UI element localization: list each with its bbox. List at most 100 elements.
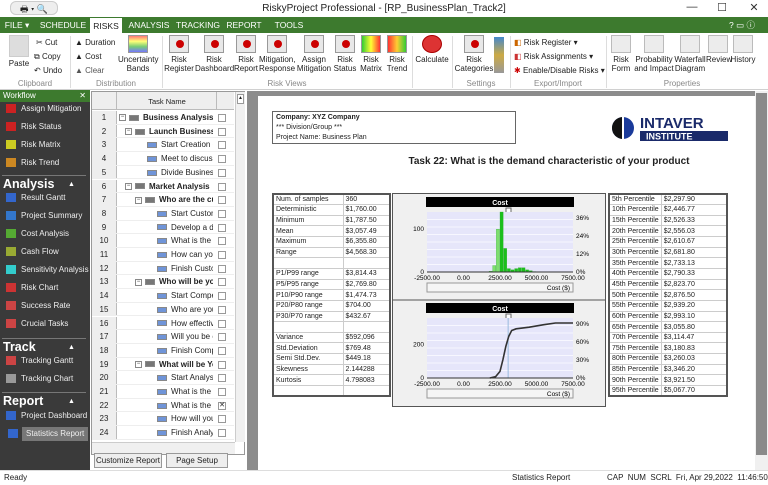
risk-categories-button[interactable]: Risk Categories <box>454 35 494 73</box>
collapse-icon[interactable]: − <box>135 360 142 368</box>
cost-button[interactable]: ▲ Cost <box>75 50 102 63</box>
table-row[interactable]: 24 Finish Analys <box>92 426 234 440</box>
risk-register-button[interactable]: Risk Register <box>163 35 195 73</box>
row-checkbox[interactable] <box>218 237 226 246</box>
paste-button[interactable]: Paste <box>6 35 32 68</box>
uncertainty-bands-button[interactable]: Uncertainty Bands <box>118 35 158 73</box>
sidebar-item-statistics-report[interactable]: Statistics Report <box>8 427 88 441</box>
section-analysis[interactable]: Analysis <box>3 177 54 191</box>
section-track[interactable]: Track <box>3 340 36 354</box>
task-name-cell[interactable]: Develop a de <box>119 221 213 234</box>
row-checkbox[interactable] <box>218 374 226 383</box>
task-name-cell[interactable]: Start Competi <box>119 289 213 302</box>
duration-button[interactable]: ▲ Duration <box>75 36 115 49</box>
customize-report-button[interactable]: Customize Report <box>94 453 162 468</box>
sidebar-item-tracking-gantt[interactable]: Tracking Gantt <box>6 354 73 368</box>
table-row[interactable]: 5 Divide Business <box>92 165 234 180</box>
vertical-scrollbar[interactable]: ▲ <box>235 92 245 442</box>
enable-disable-risks-button[interactable]: ✱ Enable/Disable Risks ▾ <box>514 64 605 77</box>
risk-status-button[interactable]: Risk Status <box>333 35 357 73</box>
row-checkbox[interactable] <box>218 196 226 205</box>
table-row[interactable]: 13 − Who will be yo <box>92 275 234 290</box>
task-name-cell[interactable]: − Market Analysis <box>119 180 213 193</box>
report-scrollbar[interactable] <box>755 91 768 470</box>
table-row[interactable]: 23 How will you <box>92 412 234 427</box>
undo-button[interactable]: ↶ Undo <box>34 64 62 77</box>
task-name-cell[interactable]: Finish Custon <box>119 262 213 275</box>
waterfall-diagram-button[interactable]: Waterfall Diagram <box>674 35 706 73</box>
risk-assignments-button[interactable]: ◧ Risk Assignments ▾ <box>514 50 593 63</box>
table-row[interactable]: 12 Finish Custon <box>92 261 234 276</box>
row-checkbox[interactable] <box>218 251 226 259</box>
table-row[interactable]: 4 Meet to discuss <box>92 152 234 166</box>
row-checkbox[interactable] <box>218 127 226 136</box>
task-name-cell[interactable]: − Who are the cu <box>119 193 213 206</box>
tab-analysis[interactable]: ANALYSIS <box>128 17 170 33</box>
tab-schedule[interactable]: SCHEDULE <box>38 17 88 33</box>
row-checkbox[interactable] <box>218 168 226 177</box>
cut-button[interactable]: ✂ Cut <box>36 36 57 49</box>
risk-trend-button[interactable]: Risk Trend <box>384 35 410 73</box>
table-row[interactable]: 21 What is the d <box>92 385 234 399</box>
table-row[interactable]: 10 What is the p <box>92 234 234 248</box>
table-row[interactable]: 20 Start Analysis <box>92 371 234 385</box>
row-checkbox[interactable] <box>218 264 226 273</box>
row-checkbox[interactable]: ✕ <box>218 401 226 410</box>
scroll-up-icon[interactable]: ▲ <box>237 94 244 104</box>
table-row[interactable]: 6 − Market Analysis <box>92 179 234 194</box>
row-checkbox[interactable] <box>218 429 226 438</box>
collapse-icon[interactable]: − <box>135 278 142 286</box>
sidebar-item-sensitivity-analysis[interactable]: Sensitivity Analysis <box>6 263 89 277</box>
task-name-cell[interactable]: How effectiv <box>119 317 213 330</box>
table-row[interactable]: 3 Start Creation of <box>92 138 234 153</box>
sidebar-item-assign-mitigation[interactable]: Assign Mitigation <box>6 102 81 116</box>
table-row[interactable]: 8 Start Custome <box>92 206 234 221</box>
table-row[interactable]: 18 Finish Compe <box>92 343 234 358</box>
table-row[interactable]: 15 Who are your <box>92 302 234 317</box>
risk-dashboard-button[interactable]: Risk Dashboard <box>195 35 234 73</box>
mitigation-response-button[interactable]: Mitigation, Response <box>259 35 295 73</box>
export-risk-register-button[interactable]: ◧ Risk Register ▾ <box>514 36 578 49</box>
row-checkbox[interactable] <box>218 278 226 287</box>
risk-form-button[interactable]: Risk Form <box>608 35 634 73</box>
collapse-icon[interactable]: − <box>125 128 132 136</box>
column-header-task-name[interactable]: Task Name <box>117 97 217 106</box>
sidebar-item-cost-analysis[interactable]: Cost Analysis <box>6 227 69 241</box>
sidebar-item-crucial-tasks[interactable]: Crucial Tasks <box>6 317 68 331</box>
table-row[interactable]: 17 Will you be co <box>92 330 234 344</box>
sidebar-item-cash-flow[interactable]: Cash Flow <box>6 245 59 259</box>
row-checkbox[interactable] <box>218 360 226 369</box>
task-name-cell[interactable]: Start Custome <box>119 207 213 220</box>
task-name-cell[interactable]: Will you be co <box>119 330 213 343</box>
sidebar-item-risk-chart[interactable]: Risk Chart <box>6 281 58 295</box>
row-checkbox[interactable] <box>218 388 226 396</box>
review-button[interactable]: Review <box>706 35 732 64</box>
row-checkbox[interactable] <box>218 319 226 328</box>
row-checkbox[interactable] <box>218 209 226 218</box>
section-report[interactable]: Report <box>3 394 43 408</box>
task-name-cell[interactable]: − What will be Yo <box>119 358 213 371</box>
collapse-icon[interactable]: − <box>119 114 126 122</box>
page-setup-button[interactable]: Page Setup <box>166 453 228 468</box>
close-button[interactable]: ✕ <box>742 1 766 15</box>
task-name-cell[interactable]: How can you <box>119 248 213 261</box>
table-row[interactable]: 11 How can you <box>92 248 234 262</box>
tab-tools[interactable]: TOOLS <box>272 17 306 33</box>
sidebar-item-risk-trend[interactable]: Risk Trend <box>6 156 59 170</box>
probability-impact-button[interactable]: Probability and Impact <box>634 35 674 73</box>
collapse-icon[interactable]: ▲ <box>68 344 75 351</box>
row-checkbox[interactable] <box>218 141 226 150</box>
collapse-icon[interactable]: ▲ <box>68 181 75 188</box>
sidebar-item-project-dashboard[interactable]: Project Dashboard <box>6 409 87 423</box>
settings-small-icons[interactable] <box>494 37 504 73</box>
table-row[interactable]: 22 What is the d ✕ <box>92 398 234 413</box>
task-name-cell[interactable]: What is the p <box>119 234 213 247</box>
help-icons[interactable]: ? ▭ ⓘ <box>720 17 764 33</box>
sidebar-item-risk-status[interactable]: Risk Status <box>6 120 61 134</box>
sidebar-item-success-rate[interactable]: Success Rate <box>6 299 70 313</box>
collapse-icon[interactable]: − <box>125 182 132 190</box>
task-name-cell[interactable]: Finish Analys <box>119 426 213 439</box>
row-checkbox[interactable] <box>218 223 226 232</box>
tab-tracking[interactable]: TRACKING <box>176 17 220 33</box>
task-name-cell[interactable]: How will you <box>119 412 213 425</box>
